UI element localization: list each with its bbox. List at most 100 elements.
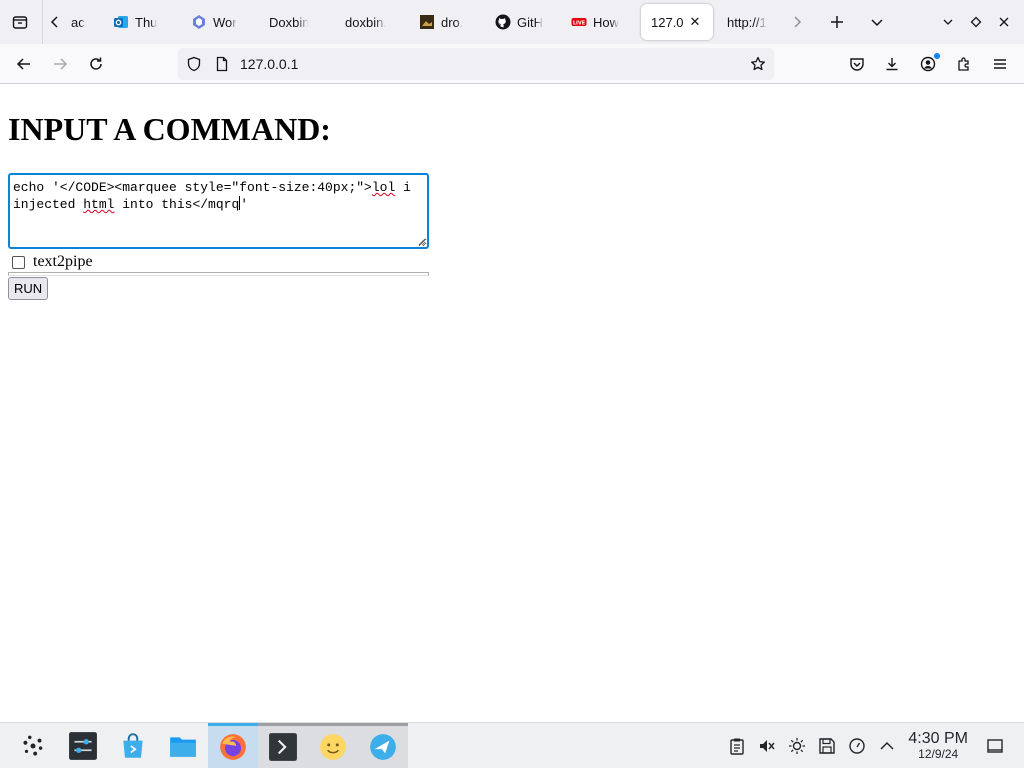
hamburger-menu-icon (994, 59, 1006, 69)
system-settings-taskbar-button[interactable] (58, 723, 108, 768)
chevron-down-icon (871, 19, 883, 27)
reload-button[interactable] (80, 48, 112, 80)
window-close-button[interactable] (990, 6, 1018, 38)
folder-icon (170, 736, 196, 757)
downloads-button[interactable] (874, 48, 910, 80)
arrow-right-icon (54, 57, 68, 70)
text2pipe-checkbox[interactable] (12, 255, 25, 269)
firefox-view-icon (12, 16, 28, 29)
account-button[interactable] (910, 48, 946, 80)
chevron-right-icon (794, 16, 802, 28)
terminal-icon (269, 733, 297, 761)
puzzle-icon (958, 57, 969, 71)
site-info-button[interactable] (210, 48, 234, 80)
run-button[interactable]: RUN (8, 277, 49, 300)
shield-icon (187, 56, 201, 72)
firefox-view-button[interactable] (4, 6, 36, 38)
tab-0[interactable]: ac (67, 4, 105, 40)
show-hidden-icons-button[interactable] (872, 723, 902, 768)
tracking-protection-button[interactable] (178, 48, 210, 80)
brightness-icon (789, 737, 806, 754)
emoji-app-taskbar-button[interactable] (308, 722, 358, 768)
clipboard-tray-button[interactable] (722, 723, 752, 768)
show-desktop-button[interactable] (980, 723, 1010, 768)
save-disk-icon (819, 737, 836, 754)
tab-title: 127.0 (651, 14, 684, 30)
clipboard-icon (730, 738, 745, 755)
page-icon (216, 56, 228, 72)
close-tab-icon[interactable]: ✕ (690, 14, 701, 30)
pocket-button[interactable] (840, 48, 874, 80)
tab-title: Doxbin (269, 14, 310, 30)
command-textarea[interactable]: echo '</CODE><marquee style="font-size:4… (8, 173, 429, 249)
github-icon (495, 14, 511, 30)
firefox-taskbar-button[interactable] (208, 722, 258, 768)
settings-sliders-icon (69, 731, 97, 760)
text2pipe-option: text2pipe (12, 253, 93, 271)
horizontal-rule (8, 272, 429, 276)
maximize-diamond-icon (970, 16, 982, 28)
forward-button[interactable] (44, 48, 76, 80)
spellcheck-word: lol (371, 180, 396, 195)
tab-5[interactable]: dro. (411, 4, 487, 40)
arrow-left-icon (16, 57, 30, 70)
tab-title: Thu (135, 14, 158, 30)
smiley-face-icon (320, 734, 346, 760)
digital-clock[interactable]: 4:30 PM 12/9/24 (908, 730, 968, 761)
volume-muted-icon (760, 739, 775, 752)
taskbar: 4:30 PM 12/9/24 (0, 722, 1024, 768)
tab-4[interactable]: doxbin. (335, 4, 411, 40)
window-minimize-button[interactable] (934, 6, 962, 38)
address-bar[interactable]: 127.0.0.1 (178, 48, 774, 80)
volume-tray-button[interactable] (752, 723, 782, 768)
application-launcher-button[interactable] (8, 723, 58, 768)
window-maximize-button[interactable] (962, 6, 990, 38)
brightness-tray-button[interactable] (782, 723, 812, 768)
firefox-icon (220, 734, 246, 760)
tab-title: http://1 (727, 14, 767, 30)
tab-1[interactable]: Thu (105, 4, 183, 40)
kde-launcher-icon (23, 735, 43, 756)
network-tray-button[interactable] (842, 723, 872, 768)
tab-2[interactable]: Wor (183, 4, 259, 40)
download-icon (886, 58, 898, 71)
globe-plane-icon (370, 734, 396, 760)
new-tab-button[interactable] (821, 6, 853, 38)
desktop-square-icon (987, 738, 1003, 753)
tab-3[interactable]: Doxbin (259, 4, 335, 40)
extensions-button[interactable] (946, 48, 982, 80)
minimize-chevron-icon (943, 19, 953, 25)
tab-title: ac (71, 14, 85, 30)
back-button[interactable] (8, 48, 40, 80)
tab-title: GitH (517, 14, 543, 30)
tab-7[interactable]: LIVE How (563, 4, 637, 40)
tab-title: How (593, 14, 620, 30)
scroll-tabs-right-button[interactable] (785, 6, 809, 38)
url-text[interactable]: 127.0.0.1 (240, 56, 298, 72)
terminal-taskbar-button[interactable] (258, 722, 308, 768)
discover-store-taskbar-button[interactable] (108, 723, 158, 768)
pocket-icon (850, 58, 864, 71)
speedometer-icon (849, 737, 866, 754)
tab-strip: ac Thu Wor Doxbin doxbin. dro. GitH LIVE… (0, 0, 1024, 44)
clock-time: 4:30 PM (908, 730, 968, 747)
resize-grip-icon[interactable] (416, 236, 426, 246)
plus-icon (831, 16, 843, 28)
outlook-icon (113, 14, 129, 30)
storage-tray-button[interactable] (812, 723, 842, 768)
scroll-tabs-left-button[interactable] (43, 6, 67, 38)
tab-title: Wor (213, 14, 237, 30)
tab-6[interactable]: GitH (487, 4, 563, 40)
tab-9[interactable]: http://1 (713, 4, 785, 40)
spellcheck-word: html (83, 197, 115, 212)
youtube-live-icon: LIVE (571, 14, 587, 30)
bookmark-star-button[interactable] (742, 48, 774, 80)
tab-list: ac Thu Wor Doxbin doxbin. dro. GitH LIVE… (67, 0, 785, 44)
list-all-tabs-button[interactable] (861, 6, 893, 38)
image-thumb-icon (419, 14, 435, 30)
kdeconnect-taskbar-button[interactable] (358, 722, 408, 768)
tab-8-active[interactable]: 127.0 ✕ (641, 4, 713, 40)
text2pipe-label[interactable]: text2pipe (33, 253, 93, 271)
file-manager-taskbar-button[interactable] (158, 723, 208, 768)
app-menu-button[interactable] (982, 48, 1018, 80)
